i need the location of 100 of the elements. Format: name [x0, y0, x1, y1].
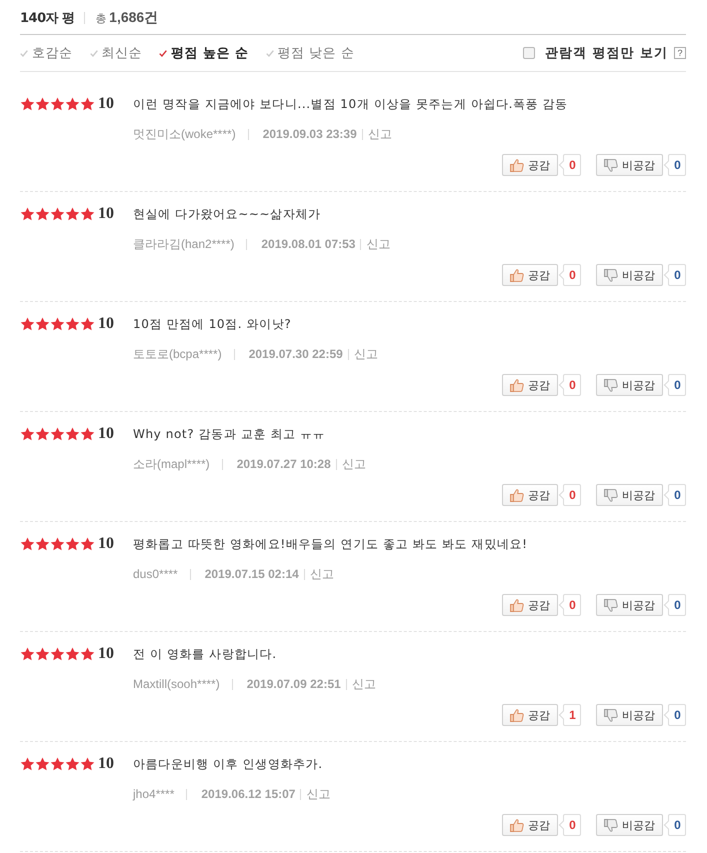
thumbs-down-icon	[604, 488, 618, 502]
like-button[interactable]: 공감	[502, 484, 558, 506]
review-text: 전 이 영화를 사랑합니다.	[133, 646, 277, 662]
help-button[interactable]: ?	[674, 47, 686, 59]
star-icon	[35, 97, 50, 111]
star-icon	[65, 537, 80, 551]
dislike-button[interactable]: 비공감	[596, 154, 663, 176]
like-button[interactable]: 공감	[502, 704, 558, 726]
sort-option[interactable]: 평점 높은 순	[159, 44, 249, 62]
review-text: 현실에 다가왔어요~~~삶자체가	[133, 206, 321, 222]
star-icon	[20, 427, 35, 441]
like-button[interactable]: 공감	[502, 154, 558, 176]
star-icon	[80, 537, 95, 551]
dislike-count: 0	[664, 594, 686, 616]
star-icon	[50, 97, 65, 111]
sort-option[interactable]: 평점 낮은 순	[266, 44, 354, 62]
filter-label: 관람객 평점만 보기	[544, 45, 668, 62]
dislike-count: 0	[664, 264, 686, 286]
author-name: 멋진미소(woke****)	[133, 126, 236, 142]
thumbs-down-icon	[604, 158, 618, 172]
star-icon	[20, 537, 35, 551]
star-icon	[80, 317, 95, 331]
star-icon	[20, 97, 35, 111]
dislike-count: 0	[664, 814, 686, 836]
thumbs-up-icon	[510, 708, 524, 722]
like-count: 0	[559, 814, 581, 836]
author-name: 클라라김(han2****)	[133, 236, 234, 252]
like-button[interactable]: 공감	[502, 594, 558, 616]
rating-score: 10	[98, 315, 115, 333]
star-icon	[20, 317, 35, 331]
star-icon	[35, 757, 50, 771]
like-count: 0	[559, 594, 581, 616]
dislike-button[interactable]: 비공감	[596, 264, 663, 286]
rating-score: 10	[98, 755, 115, 773]
star-icon	[80, 757, 95, 771]
dislike-button[interactable]: 비공감	[596, 484, 663, 506]
like-count: 0	[559, 154, 581, 176]
star-icon	[65, 317, 80, 331]
star-icon	[50, 207, 65, 221]
review-date: 2019.07.15 02:14	[204, 567, 299, 581]
dislike-button[interactable]: 비공감	[596, 594, 663, 616]
review-date: 2019.06.12 15:07	[201, 787, 296, 801]
thumbs-up-icon	[510, 268, 524, 282]
thumbs-up-icon	[510, 378, 524, 392]
like-button[interactable]: 공감	[502, 264, 558, 286]
filter-checkbox[interactable]	[522, 47, 535, 59]
dislike-button[interactable]: 비공감	[596, 814, 663, 836]
star-icon	[80, 97, 95, 111]
thumbs-up-icon	[510, 818, 524, 832]
star-icon	[50, 757, 65, 771]
like-count: 0	[559, 264, 581, 286]
star-icon	[80, 207, 95, 221]
thumbs-down-icon	[604, 598, 618, 612]
like-button[interactable]: 공감	[502, 814, 558, 836]
thumbs-down-icon	[604, 378, 618, 392]
dislike-count: 0	[664, 484, 686, 506]
dislike-count: 0	[664, 704, 686, 726]
star-icon	[20, 647, 35, 661]
star-icon	[65, 647, 80, 661]
review-text: 평화롭고 따뜻한 영화에요!배우들의 연기도 좋고 봐도 봐도 재밌네요!	[133, 536, 528, 552]
star-icon	[65, 427, 80, 441]
star-icon	[50, 537, 65, 551]
star-icon	[50, 647, 65, 661]
author-name: 소라(mapl****)	[133, 456, 210, 472]
author-name: Maxtill(sooh****)	[133, 677, 220, 691]
author-name: dus0****	[133, 567, 178, 581]
thumbs-up-icon	[510, 158, 524, 172]
star-icon	[80, 647, 95, 661]
dislike-count: 0	[664, 154, 686, 176]
thumbs-down-icon	[604, 708, 618, 722]
check-icon	[90, 50, 98, 56]
dislike-button[interactable]: 비공감	[596, 704, 663, 726]
section-title: 140자 평	[20, 10, 75, 26]
like-button[interactable]: 공감	[502, 374, 558, 396]
thumbs-up-icon	[510, 488, 524, 502]
sort-option[interactable]: 최신순	[90, 44, 142, 62]
total-count: 총 1,686건	[96, 8, 158, 26]
review-date: 2019.07.30 22:59	[248, 347, 343, 361]
star-icon	[50, 317, 65, 331]
star-icon	[35, 317, 50, 331]
dislike-count: 0	[664, 374, 686, 396]
review-date: 2019.09.03 23:39	[262, 127, 357, 141]
check-icon	[159, 50, 167, 56]
rating-score: 10	[98, 95, 115, 113]
star-icon	[35, 647, 50, 661]
author-name: 토토로(bcpa****)	[133, 346, 222, 362]
star-icon	[50, 427, 65, 441]
review-text: Why not? 감동과 교훈 최고 ㅠㅠ	[133, 426, 326, 442]
rating-score: 10	[98, 535, 115, 553]
dislike-button[interactable]: 비공감	[596, 374, 663, 396]
like-count: 1	[559, 704, 581, 726]
star-icon	[35, 537, 50, 551]
like-count: 0	[559, 484, 581, 506]
rating-score: 10	[98, 205, 115, 223]
star-icon	[20, 207, 35, 221]
star-icon	[65, 207, 80, 221]
sort-option[interactable]: 호감순	[20, 44, 72, 62]
review-text: 이런 명작을 지금에야 보다니...별점 10개 이상을 못주는게 아쉽다.폭풍 감동	[133, 96, 568, 112]
author-name: jho4****	[133, 787, 174, 801]
review-date: 2019.07.27 10:28	[236, 457, 331, 471]
